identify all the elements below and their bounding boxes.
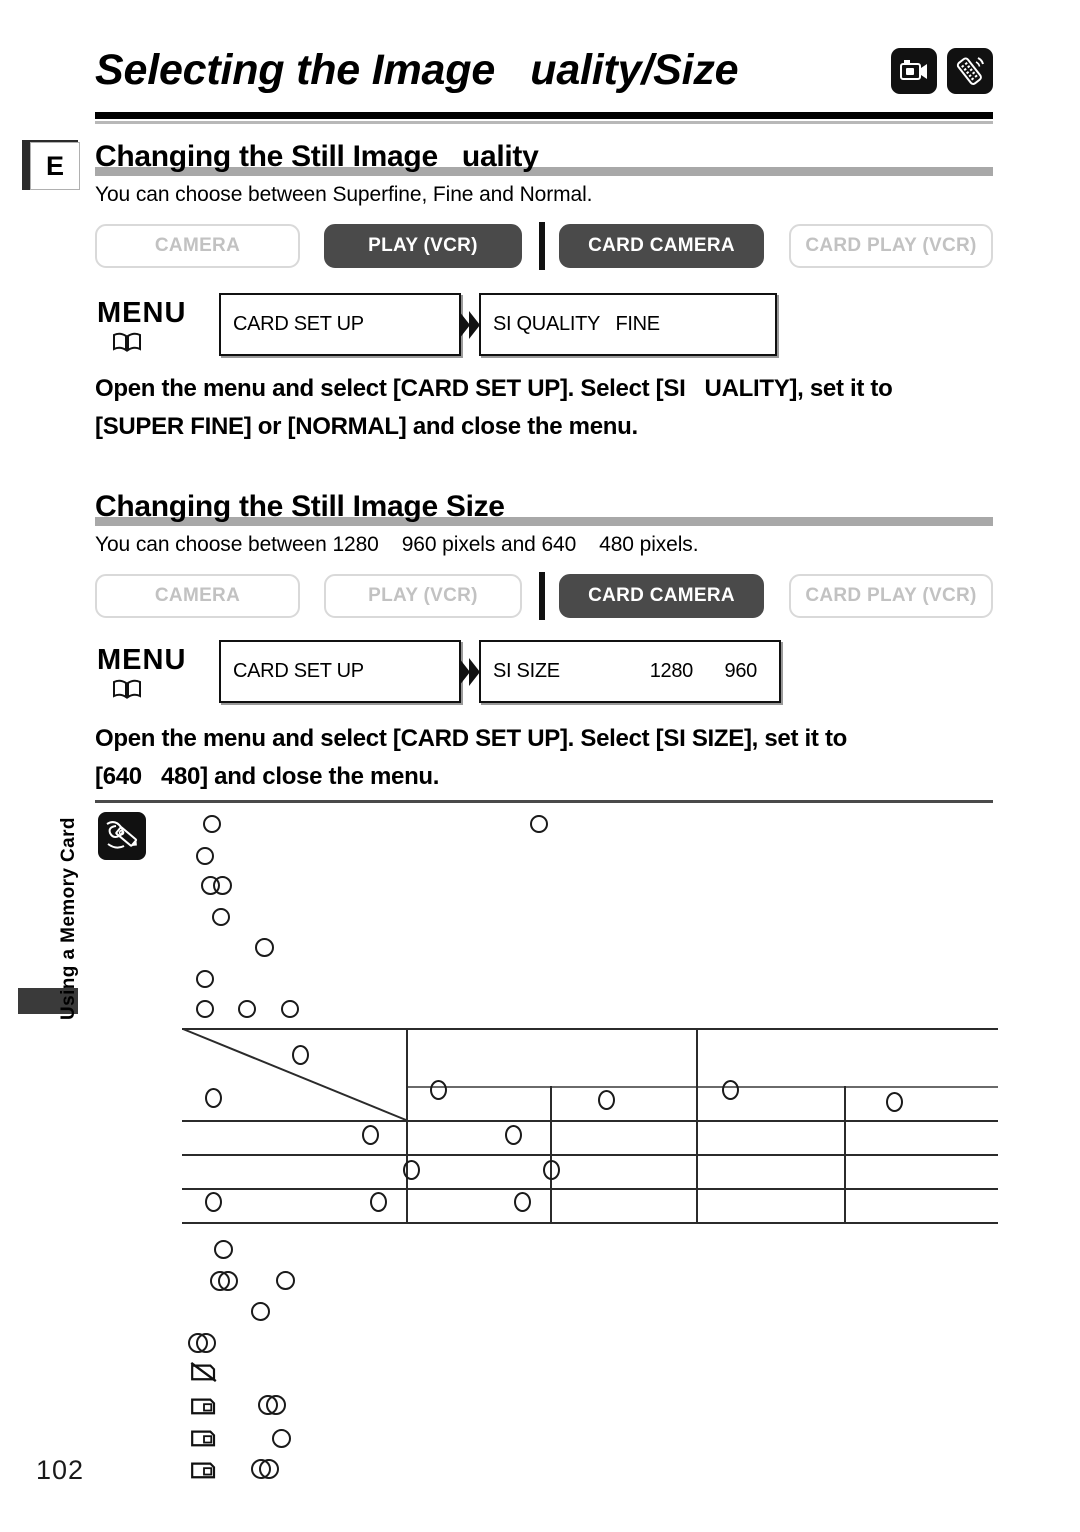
table-col-divider-3 [696, 1028, 698, 1222]
memory-card-icon [191, 1430, 216, 1447]
footnote-glyph [272, 1429, 291, 1448]
section-2-menu-box-card-set-up[interactable]: CARD SET UP [219, 640, 461, 703]
menu-box-label: CARD SET UP [233, 313, 364, 335]
footnote-double-circle-glyph [210, 1271, 238, 1291]
section-1-instruction: Open the menu and select [CARD SET UP]. … [95, 370, 995, 446]
bullet-glyph [238, 1000, 256, 1018]
book-icon [112, 678, 142, 700]
footnote-double-circle-glyph [251, 1459, 279, 1479]
section-2-instruction-line1: Open the menu and select [CARD SET UP]. … [95, 725, 848, 752]
memory-card-disabled-icon [190, 1362, 217, 1382]
table-cell-glyph [292, 1045, 309, 1065]
bullet-glyph [281, 1000, 299, 1018]
table-col-divider-4 [844, 1086, 846, 1222]
table-cell-glyph [430, 1080, 447, 1100]
footnote-double-circle-glyph [188, 1333, 216, 1353]
table-cell-glyph [722, 1080, 739, 1100]
mode-divider [539, 222, 545, 270]
section-1-menu-box-si-quality[interactable]: SI QUALITY FINE [479, 293, 777, 356]
mode-button-play-vcr[interactable]: PLAY (VCR) [324, 224, 522, 268]
table-line-row2 [182, 1154, 998, 1156]
mode-button-card-play-vcr[interactable]: CARD PLAY (VCR) [789, 224, 993, 268]
table-cell-glyph [370, 1192, 387, 1212]
section-2-instruction-line2: [640 480] and close the menu. [95, 763, 440, 790]
footnote-glyph [251, 1302, 270, 1321]
table-cell-glyph [362, 1125, 379, 1145]
section-1-intro: You can choose between Superfine, Fine a… [95, 183, 593, 206]
bullet-glyph [255, 938, 274, 957]
page-number: 102 [36, 1455, 85, 1485]
menu-box-label-left: SI SIZE [493, 660, 560, 682]
section-1-heading: Changing the Still Image uality [95, 140, 539, 173]
section-1-menu-label: MENU [97, 297, 187, 329]
table-cell-glyph [886, 1092, 903, 1112]
memory-card-icon [191, 1398, 216, 1415]
section-2-instruction: Open the menu and select [CARD SET UP]. … [95, 720, 995, 796]
bullet-glyph [213, 876, 232, 895]
table-cell-glyph [543, 1160, 560, 1180]
bullet-glyph [530, 815, 548, 833]
table-line-subheader [406, 1086, 998, 1088]
table-cell-glyph [505, 1125, 522, 1145]
bullet-glyph [196, 970, 214, 988]
title-rule [95, 112, 993, 119]
section-2-heading: Changing the Still Image Size [95, 490, 505, 523]
section-1-instruction-line2: [SUPER FINE] or [NORMAL] and close the m… [95, 413, 638, 440]
mode-button-camera[interactable]: CAMERA [95, 574, 300, 618]
mode-divider [539, 572, 545, 620]
page-header: Selecting the Image uality/Size [95, 46, 993, 108]
table-cell-glyph [205, 1088, 222, 1108]
menu-box-label-right: 1280 960 [649, 660, 758, 682]
mode-button-play-vcr[interactable]: PLAY (VCR) [324, 574, 522, 618]
bullet-glyph [196, 847, 214, 865]
table-cell-glyph [205, 1192, 222, 1212]
header-icon-group [891, 48, 993, 94]
section-2-menu-label: MENU [97, 644, 187, 676]
footnote-glyph [276, 1271, 295, 1290]
side-chapter-label: Using a Memory Card [58, 817, 79, 1020]
camcorder-icon [891, 48, 937, 94]
mode-button-card-camera[interactable]: CARD CAMERA [559, 224, 764, 268]
table-col-divider-2 [550, 1086, 552, 1222]
language-badge: E [30, 142, 80, 190]
section-2-menu-box-si-size[interactable]: SI SIZE 1280 960 [479, 640, 781, 703]
bullet-glyph [203, 815, 221, 833]
book-icon [112, 331, 142, 353]
section-1-mode-row: CAMERA PLAY (VCR) CARD CAMERA CARD PLAY … [95, 222, 993, 270]
mode-button-camera[interactable]: CAMERA [95, 224, 300, 268]
table-cell-glyph [403, 1160, 420, 1180]
table-diagonal-split [182, 1028, 407, 1121]
table-line-row3 [182, 1188, 998, 1190]
section-1-menu-box-card-set-up[interactable]: CARD SET UP [219, 293, 461, 356]
footnote-glyph [214, 1240, 233, 1259]
table-border-bottom [182, 1222, 998, 1224]
page-title: Selecting the Image uality/Size [95, 46, 739, 94]
menu-box-label: CARD SET UP [233, 660, 364, 682]
memory-card-icon [191, 1462, 216, 1479]
title-rule-secondary [95, 121, 993, 124]
table-cell-glyph [514, 1192, 531, 1212]
section-2-mode-row: CAMERA PLAY (VCR) CARD CAMERA CARD PLAY … [95, 572, 993, 620]
section-1-instruction-line1: Open the menu and select [CARD SET UP]. … [95, 375, 893, 402]
bullet-glyph [196, 1000, 214, 1018]
remote-control-icon [947, 48, 993, 94]
notes-divider-rule [95, 800, 993, 803]
menu-box-label: SI QUALITY FINE [493, 313, 660, 335]
note-pencil-icon [98, 812, 146, 860]
section-2-intro: You can choose between 1280 960 pixels a… [95, 533, 699, 556]
bullet-glyph [212, 908, 230, 926]
mode-button-card-camera[interactable]: CARD CAMERA [559, 574, 764, 618]
table-cell-glyph [598, 1090, 615, 1110]
mode-button-card-play-vcr[interactable]: CARD PLAY (VCR) [789, 574, 993, 618]
footnote-double-circle-glyph [258, 1395, 286, 1415]
